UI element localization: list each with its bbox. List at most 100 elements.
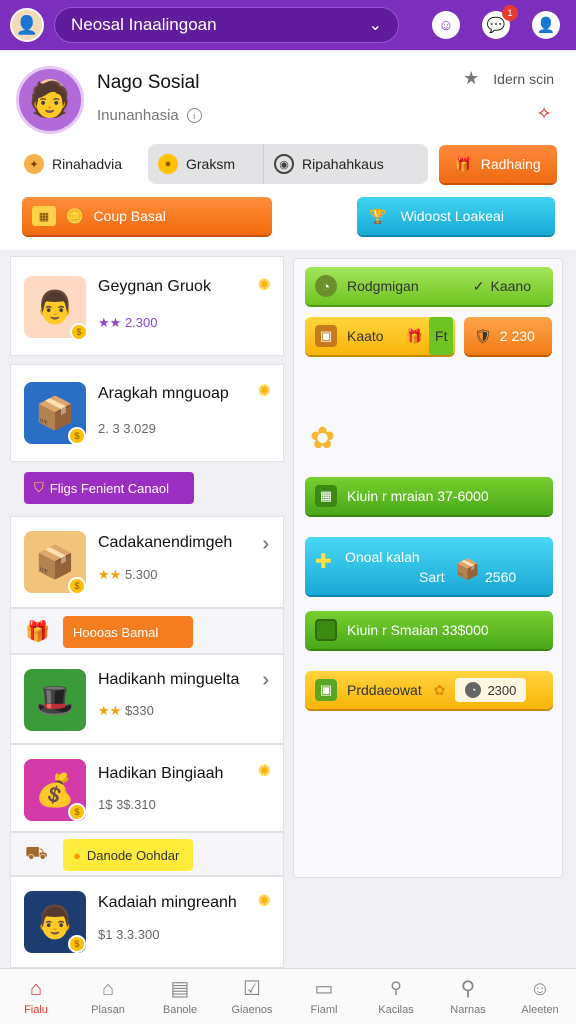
user-avatar[interactable]: 👤 bbox=[10, 8, 44, 42]
nav-label: Narnas bbox=[450, 1003, 486, 1016]
item-title: Aragkah mnguoap bbox=[98, 385, 229, 402]
nav-label: Kacilas bbox=[378, 1003, 414, 1016]
list-item[interactable]: 💰 $ Hadikan Bingiaah 1$ 3$.310 ✺ bbox=[10, 744, 284, 832]
tab-label: Graksm bbox=[186, 156, 235, 172]
check-icon: ✓ bbox=[472, 277, 485, 294]
profile-avatar[interactable]: 🧑 bbox=[16, 66, 84, 134]
wild-button[interactable]: 🏆 Widoost Loakeai bbox=[357, 197, 555, 235]
tab-label: Rinahadvia bbox=[52, 156, 123, 172]
nav-plasan[interactable]: ⌂ Plasan bbox=[72, 969, 144, 1024]
list-item[interactable]: 👨 $ Kadaiah mingreanh $1 3.3.300 ✺ bbox=[10, 876, 284, 968]
tab-graksm[interactable]: ● Graksm bbox=[148, 144, 264, 184]
list-item[interactable]: 📦 $ Aragkah mnguoap 2. 3 3.029 ✺ bbox=[10, 364, 284, 462]
sun-icon[interactable]: ✺ bbox=[258, 891, 271, 911]
home-icon: ⌂ bbox=[29, 977, 43, 1000]
nav-aleeten[interactable]: ☺ Aleeten bbox=[504, 969, 576, 1024]
coin-bag-icon: 🪙 bbox=[66, 207, 84, 224]
reward-value: 2300 bbox=[487, 682, 517, 698]
item-meta: ★★ 2.300 bbox=[98, 315, 158, 330]
list-item[interactable]: 🎩 Hadikanh minguelta ★★ $330 › bbox=[10, 654, 284, 744]
coin-icon: $ bbox=[70, 323, 88, 341]
reward-yellow-bottom[interactable]: ▣ Prddaeowat ✿ ◔ 2300 bbox=[305, 671, 553, 709]
promo-tag-yellow[interactable]: ● Danode Oohdar bbox=[63, 839, 193, 871]
tag-label: Hoooas Bamal bbox=[73, 624, 159, 640]
nav-label: Aleeten bbox=[521, 1003, 559, 1016]
star-icon[interactable]: ★ bbox=[463, 68, 479, 89]
tab-rinahadvia[interactable]: ✦ Rinahadvia bbox=[14, 144, 148, 184]
coin-icon: $ bbox=[68, 803, 86, 821]
reward-orange[interactable]: 🛡 2 230 bbox=[464, 317, 552, 355]
reward-cyan[interactable]: ✚ Onoal kalah Sart 📦 2560 bbox=[305, 537, 553, 595]
search-small-icon: ⚲ bbox=[390, 979, 402, 997]
reward-badge: Ft bbox=[429, 317, 454, 355]
reward-row-1[interactable]: ▦ Kiuin r mraian 37-6000 bbox=[305, 477, 553, 515]
item-title: Geygnan Gruok bbox=[98, 278, 211, 295]
sun-icon[interactable]: ✺ bbox=[258, 761, 271, 781]
sun-icon[interactable]: ✺ bbox=[258, 381, 271, 401]
gift-box-icon: 🎁 bbox=[25, 621, 50, 643]
reward-label: Kaato bbox=[347, 328, 384, 344]
box-icon: 📦 bbox=[455, 559, 480, 581]
coup-button[interactable]: ▦ 🪙 Coup Basal bbox=[22, 197, 272, 235]
info-icon[interactable]: i bbox=[186, 108, 202, 123]
check-box-icon: ☑ bbox=[243, 977, 261, 1000]
reward-row-3[interactable]: Kiuin r Smaian 33$000 bbox=[305, 611, 553, 649]
nav-fiaml[interactable]: ▭ Fiaml bbox=[288, 969, 360, 1024]
tab-bar: ✦ Rinahadvia ● Graksm ◉ Ripahahkaus bbox=[14, 144, 430, 184]
box-icon: ▣ bbox=[315, 325, 337, 347]
tab-label: Ripahahkaus bbox=[302, 156, 384, 172]
coin-icon: $ bbox=[68, 577, 86, 595]
tag-label: Danode Oohdar bbox=[86, 847, 180, 863]
reward-value: 2560 bbox=[485, 569, 517, 585]
target-icon: ◉ bbox=[274, 154, 294, 174]
game-thumbnail: 🎩 bbox=[24, 669, 86, 731]
promo-tag-orange[interactable]: Hoooas Bamal bbox=[63, 616, 193, 648]
emoji-icon[interactable]: ☺ bbox=[432, 11, 460, 39]
tab-ripahahkaus[interactable]: ◉ Ripahahkaus bbox=[264, 144, 428, 184]
reward-green-top[interactable]: ◔ Rodgmigan ✓ Kaano bbox=[305, 267, 553, 305]
nav-narnas[interactable]: ⚲ Narnas bbox=[432, 969, 504, 1024]
profile-right-label[interactable]: Idern scin bbox=[493, 71, 554, 87]
gift-box-icon: ▣ bbox=[315, 679, 337, 701]
search-text: Neosal Inaalingoan bbox=[71, 15, 217, 34]
nav-home[interactable]: ⌂ Fialu bbox=[0, 969, 72, 1024]
clock-icon: ◔ bbox=[315, 275, 337, 297]
person-icon: ☺ bbox=[529, 977, 551, 1000]
nav-banole[interactable]: ▤ Banole bbox=[144, 969, 216, 1024]
promo-row: ⛟ ● Danode Oohdar bbox=[10, 832, 284, 876]
reward-label-right: Kaano bbox=[490, 278, 531, 294]
nav-kacilas[interactable]: ⚲ Kacilas bbox=[360, 969, 432, 1024]
redeem-button[interactable]: 🎁 Radhaing bbox=[439, 145, 557, 183]
reward-value: 2 230 bbox=[499, 328, 535, 344]
reward-label: Prddaeowat bbox=[347, 682, 422, 698]
list-item[interactable]: 👨 $ Geygnan Gruok ★★ 2.300 ✺ bbox=[10, 256, 284, 356]
coin-cluster-icon: ✿ bbox=[310, 422, 336, 455]
item-meta: 2. 3 3.029 bbox=[98, 421, 156, 436]
leaf-icon[interactable]: ⟡ bbox=[538, 102, 550, 123]
ticket-icon: ▦ bbox=[32, 206, 56, 226]
nav-giaenos[interactable]: ☑ Giaenos bbox=[216, 969, 288, 1024]
item-title: Hadikan Bingiaah bbox=[98, 765, 224, 782]
profile-subtitle-text: Inunanhasia bbox=[97, 107, 179, 124]
chevron-right-icon[interactable]: › bbox=[262, 669, 269, 692]
basket-icon: ⛉ bbox=[34, 480, 44, 495]
sun-icon[interactable]: ✺ bbox=[258, 275, 271, 295]
profile-subtitle: Inunanhasia i bbox=[97, 107, 202, 124]
list-item[interactable]: 📦 $ Cadakanendimgeh ★★ 5.300 › bbox=[10, 516, 284, 608]
item-meta: ★★ 5.300 bbox=[98, 567, 158, 582]
item-title: Kadaiah mingreanh bbox=[98, 894, 237, 911]
item-meta: ★★ $330 bbox=[98, 703, 154, 718]
reward-label: Kiuin r mraian 37-6000 bbox=[347, 488, 489, 504]
chevron-right-icon[interactable]: › bbox=[262, 533, 269, 556]
top-bar: 👤 Neosal Inaalingoan ⌄ ☺ 💬 1 👤 bbox=[0, 0, 576, 50]
nav-label: Banole bbox=[162, 1003, 198, 1016]
reward-title: Onoal kalah bbox=[345, 549, 420, 565]
bottom-nav: ⌂ Fialu ⌂ Plasan ▤ Banole ☑ Giaenos ▭ Fi… bbox=[0, 968, 576, 1024]
reward-yellow[interactable]: ▣ Kaato 🎁 Ft bbox=[305, 317, 455, 355]
coin-icon: $ bbox=[68, 935, 86, 953]
promo-tag-purple[interactable]: ⛉ Fligs Fenient Canaol bbox=[24, 472, 194, 504]
search-dropdown[interactable]: Neosal Inaalingoan ⌄ bbox=[54, 7, 399, 43]
notification-badge: 1 bbox=[502, 5, 518, 21]
person-icon[interactable]: 👤 bbox=[532, 11, 560, 39]
chat-bubble-icon[interactable]: 💬 1 bbox=[482, 5, 518, 39]
